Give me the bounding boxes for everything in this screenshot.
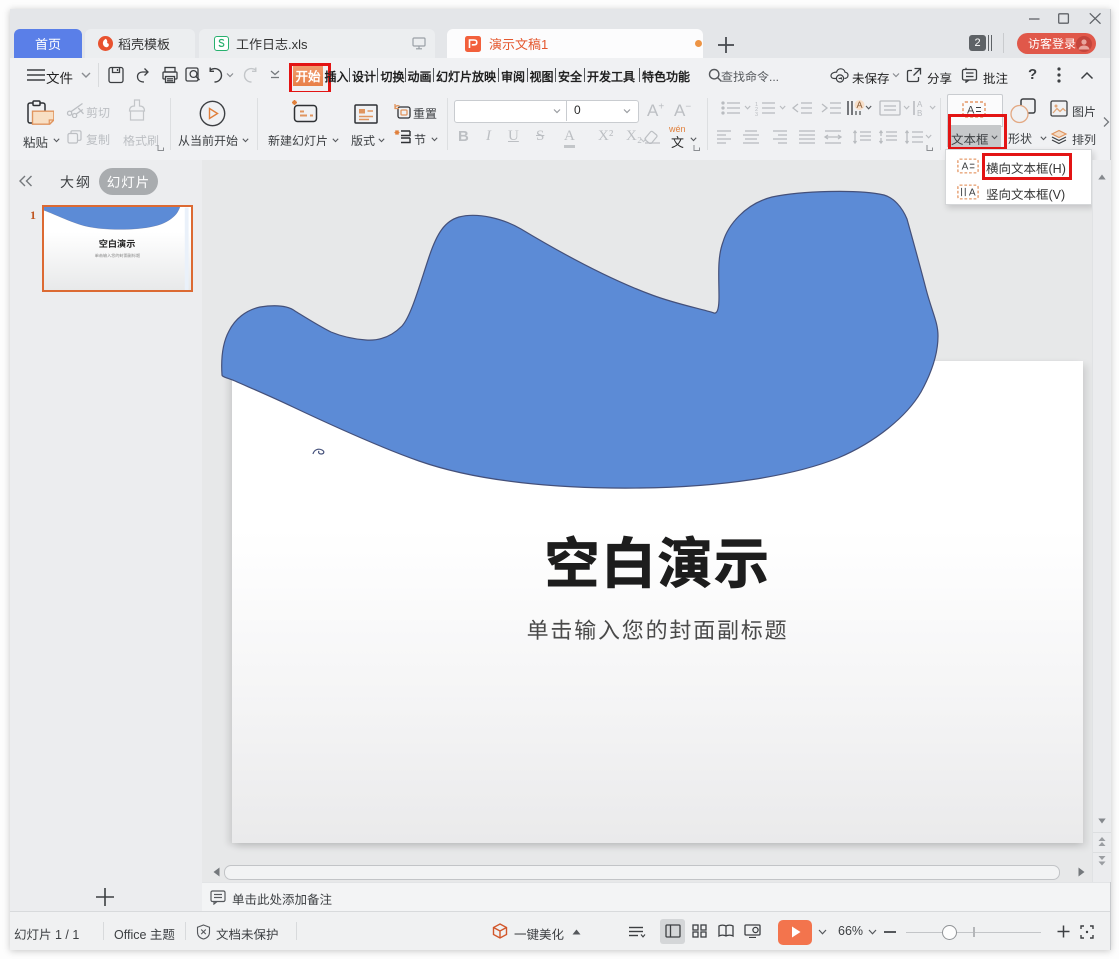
svg-text:A: A [857,100,863,110]
svg-text:A: A [969,188,976,199]
svg-text:A: A [917,100,923,109]
svg-text:空白演示: 空白演示 [99,236,136,250]
svg-text:3: 3 [755,112,758,118]
svg-text:B: B [917,109,922,118]
svg-text:单击输入您的封面副标题: 单击输入您的封面副标题 [95,253,140,259]
svg-text:A: A [962,162,969,173]
